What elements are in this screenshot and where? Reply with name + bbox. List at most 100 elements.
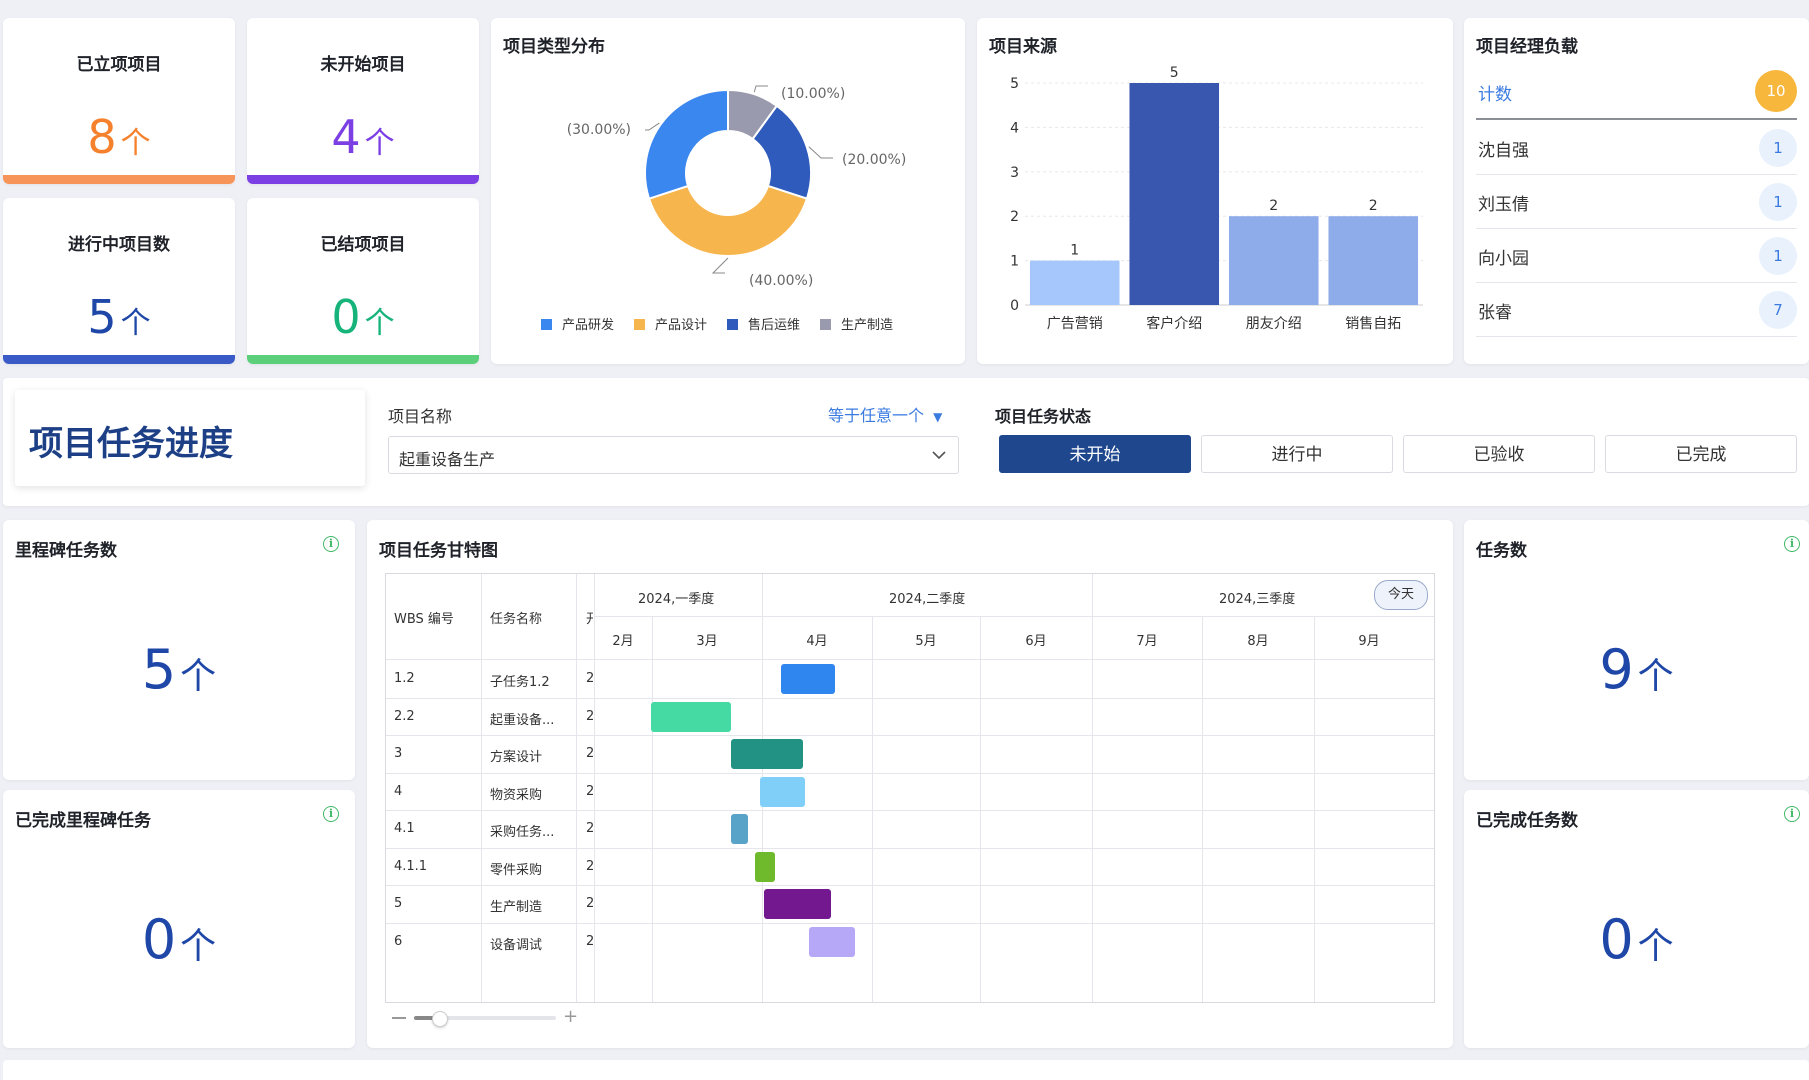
gantt-task-bar[interactable] — [759, 776, 805, 807]
column-header-task-name: 任务名称 — [490, 612, 543, 627]
start-cell: 2 — [586, 708, 593, 724]
manager-name: 向小园 — [1478, 249, 1529, 269]
today-button[interactable]: 今天 — [1374, 580, 1428, 610]
manager-row[interactable]: 刘玉倩 1 — [1476, 174, 1797, 229]
stat-accent-bar — [3, 355, 235, 364]
card-title: 项目经理负载 — [1476, 37, 1578, 57]
task-name-cell: 设备调试 — [490, 937, 543, 953]
manager-name: 张睿 — [1478, 303, 1512, 323]
gantt-table: WBS 编号 任务名称 开 2024,一季度 2024,二季度 2024,三季度… — [385, 573, 1435, 1003]
project-select-value: 起重设备生产 — [399, 450, 496, 469]
pie-value-label: (40.00%) — [749, 273, 813, 289]
status-not-started-button[interactable]: 未开始 — [999, 435, 1191, 473]
x-tick-label: 朋友介绍 — [1246, 316, 1302, 332]
count-badge: 1 — [1759, 237, 1797, 275]
month-label: 4月 — [806, 634, 828, 649]
start-cell: 2 — [586, 896, 593, 911]
bar[interactable] — [1029, 260, 1120, 305]
gantt-task-bar[interactable] — [731, 814, 748, 844]
gantt-task-bar[interactable] — [764, 889, 832, 919]
info-icon[interactable]: i — [1784, 536, 1800, 552]
legend-label[interactable]: 生产制造 — [841, 318, 893, 333]
wbs-cell: 6 — [394, 933, 403, 949]
bar[interactable] — [1228, 216, 1319, 305]
gantt-task-bar[interactable] — [731, 739, 803, 769]
stat-title: 已立项项目 — [76, 55, 162, 75]
month-label: 2月 — [612, 634, 634, 649]
start-cell: 2 — [586, 933, 593, 949]
pie-value-label: (30.00%) — [567, 122, 631, 138]
start-cell: 2 — [586, 783, 593, 799]
gantt-task-bar[interactable] — [780, 664, 835, 694]
quarter-label: 2024,二季度 — [889, 592, 966, 607]
milestone-card: 里程碑任务数 i 5个 — [3, 520, 355, 780]
info-icon[interactable]: i — [1784, 806, 1800, 822]
zoom-slider[interactable] — [414, 1011, 556, 1027]
task-name-cell: 物资采购 — [490, 787, 543, 803]
pie-leader-line — [808, 146, 833, 159]
month-label: 5月 — [915, 634, 937, 649]
wbs-cell: 5 — [394, 896, 403, 911]
bar-value-label: 1 — [1070, 243, 1079, 259]
card-title: 里程碑任务数 — [15, 541, 117, 561]
y-tick-label: 0 — [1010, 298, 1019, 314]
quarter-label: 2024,一季度 — [638, 592, 715, 607]
bar[interactable] — [1129, 83, 1220, 305]
info-icon[interactable]: i — [323, 806, 339, 822]
manager-row[interactable]: 张睿 7 — [1476, 282, 1797, 337]
stat-value: 0个 — [331, 290, 395, 344]
project-select[interactable]: 起重设备生产 — [388, 436, 959, 474]
gantt-task-bar[interactable] — [809, 926, 856, 957]
wbs-cell: 4.1 — [394, 821, 415, 836]
caret-down-icon: ▼ — [933, 410, 943, 424]
bar[interactable] — [1328, 216, 1419, 305]
y-tick-label: 4 — [1010, 120, 1019, 136]
kpi-value: 9个 — [1599, 638, 1674, 701]
legend-label[interactable]: 产品研发 — [562, 317, 614, 333]
legend-label[interactable]: 售后运维 — [748, 317, 800, 333]
task-name-cell: 生产制造 — [490, 900, 543, 915]
kpi-value: 0个 — [1599, 908, 1674, 971]
manager-name: 沈自强 — [1478, 141, 1529, 161]
manager-row[interactable]: 沈自强 1 — [1476, 120, 1797, 175]
month-label: 3月 — [696, 634, 718, 649]
project-name-label: 项目名称 — [388, 407, 453, 426]
stat-card-in-progress: 进行中项目数 5个 — [3, 198, 235, 364]
task-count-card: 任务数 i 9个 — [1464, 520, 1809, 780]
donut-chart: (30.00%) (40.00%) (20.00%) (10.00%) 产品研发 产品设计… — [541, 85, 906, 333]
zoom-out-icon[interactable] — [392, 1017, 406, 1019]
operator-dropdown[interactable]: 等于任意一个 ▼ — [828, 402, 942, 426]
wbs-cell: 1.2 — [394, 671, 415, 686]
month-label: 8月 — [1247, 634, 1269, 649]
stat-value: 5个 — [87, 290, 151, 344]
manager-row[interactable]: 向小园 1 — [1476, 228, 1797, 283]
status-accepted-button[interactable]: 已验收 — [1403, 435, 1595, 473]
manager-header-row: 计数 10 — [1476, 64, 1797, 120]
legend-label[interactable]: 产品设计 — [655, 318, 707, 333]
status-completed-button[interactable]: 已完成 — [1605, 435, 1797, 473]
task-name-cell: 子任务1.2 — [490, 675, 550, 690]
info-icon[interactable]: i — [323, 536, 339, 552]
pie-slice-1[interactable] — [647, 184, 809, 257]
column-header-wbs: WBS 编号 — [394, 612, 454, 627]
manager-load-card: 项目经理负载 计数 10 沈自强 1 刘玉倩 1 向小园 1 张睿 7 — [1464, 18, 1809, 364]
quarter-label: 2024,三季度 — [1219, 592, 1296, 607]
pie-slice-0[interactable] — [644, 88, 729, 200]
stat-card-closed: 已结项项目 0个 — [247, 198, 479, 364]
status-in-progress-button[interactable]: 进行中 — [1201, 435, 1393, 473]
gantt-task-bar[interactable] — [650, 701, 732, 732]
task-name-cell: 零件采购 — [490, 862, 543, 878]
card-title: 已完成里程碑任务 — [15, 811, 151, 831]
bottom-card-edge — [3, 1060, 1809, 1080]
wbs-cell: 4 — [394, 783, 403, 799]
gantt-task-bar[interactable] — [755, 851, 776, 882]
y-tick-label: 1 — [1010, 254, 1019, 270]
total-count-badge: 10 — [1755, 70, 1797, 112]
zoom-slider-handle[interactable] — [432, 1011, 448, 1027]
month-label: 9月 — [1358, 634, 1380, 649]
bar-value-label: 2 — [1369, 198, 1378, 214]
pie-leader-line — [711, 257, 729, 274]
bar-chart: 0 1 2 3 4 5 1 广告营销 5 客户介绍 2 朋友介绍 2 销售自拓 — [1010, 65, 1423, 332]
stat-accent-bar — [247, 175, 479, 184]
zoom-in-icon[interactable]: + — [563, 1008, 578, 1026]
